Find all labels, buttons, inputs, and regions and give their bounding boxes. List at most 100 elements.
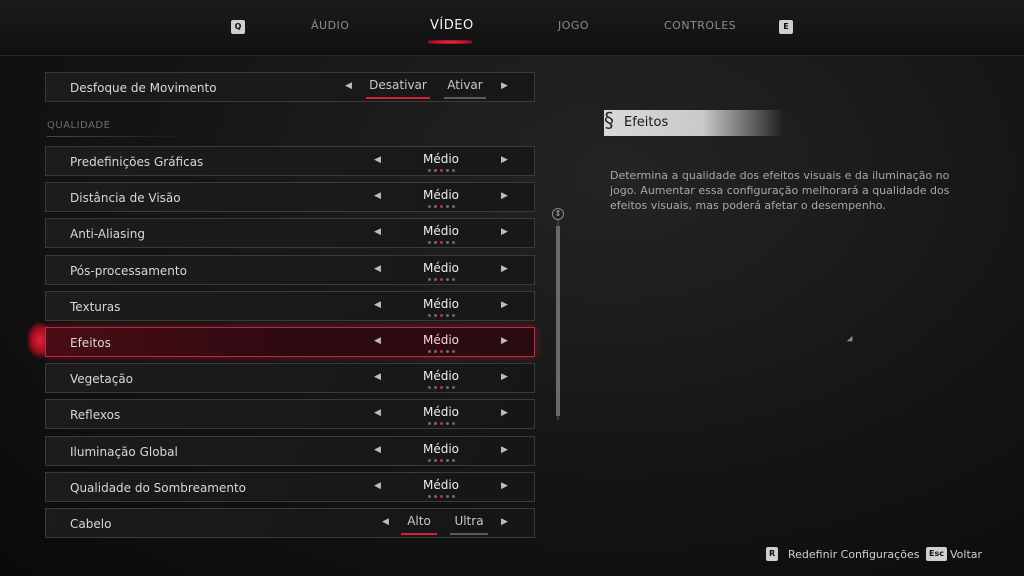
back-button[interactable]: Voltar — [950, 548, 982, 561]
level-dot — [452, 459, 455, 462]
arrow-left-icon[interactable]: ◀ — [374, 336, 381, 346]
level-dot — [452, 422, 455, 425]
setting-value: Médio — [422, 152, 460, 166]
level-dot — [428, 278, 431, 281]
level-dot — [452, 169, 455, 172]
level-dot — [446, 278, 449, 281]
reset-key[interactable]: R — [766, 547, 779, 561]
next-tab-key[interactable]: E — [779, 20, 793, 34]
setting-value: Médio — [422, 442, 460, 456]
level-dot — [428, 350, 431, 353]
tab-controles[interactable]: CONTROLES — [664, 19, 736, 32]
level-dot — [452, 495, 455, 498]
level-dot-active — [440, 169, 443, 172]
setting-row[interactable]: Reflexos ◀ Médio ▶ — [45, 399, 535, 429]
setting-row[interactable]: Pós-processamento ◀ Médio ▶ — [45, 255, 535, 285]
level-indicator — [428, 314, 458, 318]
setting-row[interactable]: Distância de Visão ◀ Médio ▶ — [45, 182, 535, 212]
setting-value: Médio — [422, 297, 460, 311]
level-dot-active — [440, 205, 443, 208]
level-dot — [446, 314, 449, 317]
arrow-right-icon[interactable]: ▶ — [501, 445, 508, 455]
arrow-right-icon[interactable]: ▶ — [501, 300, 508, 310]
setting-value: Médio — [422, 405, 460, 419]
scrollbar-thumb[interactable] — [556, 226, 560, 416]
level-dot — [428, 459, 431, 462]
tab-audio[interactable]: ÁUDIO — [311, 19, 349, 32]
setting-row-motion-blur[interactable]: Desfoque de Movimento ◀ Desativar Ativar… — [45, 72, 535, 102]
arrow-left-icon[interactable]: ◀ — [374, 481, 381, 491]
arrow-left-icon[interactable]: ◀ — [345, 81, 352, 91]
arrow-right-icon[interactable]: ▶ — [501, 336, 508, 346]
level-dot — [434, 386, 437, 389]
level-dot — [452, 205, 455, 208]
option-underline — [444, 97, 486, 99]
setting-row[interactable]: Anti-Aliasing ◀ Médio ▶ — [45, 218, 535, 248]
setting-row[interactable]: Texturas ◀ Médio ▶ — [45, 291, 535, 321]
setting-label: Iluminação Global — [70, 445, 178, 459]
arrow-right-icon[interactable]: ▶ — [501, 264, 508, 274]
setting-label: Cabelo — [70, 517, 112, 531]
setting-label: Reflexos — [70, 408, 121, 422]
level-indicator — [428, 422, 458, 426]
setting-row[interactable]: Vegetação ◀ Médio ▶ — [45, 363, 535, 393]
option-underline-selected — [401, 533, 437, 535]
arrow-right-icon[interactable]: ▶ — [501, 517, 508, 527]
level-dot — [452, 314, 455, 317]
level-indicator — [428, 495, 458, 499]
level-dot-active — [440, 459, 443, 462]
arrow-right-icon[interactable]: ▶ — [501, 372, 508, 382]
setting-row[interactable]: Efeitos ◀ Médio ▶ — [45, 327, 535, 357]
level-dot — [446, 495, 449, 498]
arrow-right-icon[interactable]: ▶ — [501, 191, 508, 201]
setting-label: Pós-processamento — [70, 264, 187, 278]
level-dot — [428, 169, 431, 172]
level-dot — [428, 241, 431, 244]
setting-row[interactable]: Iluminação Global ◀ Médio ▶ — [45, 436, 535, 466]
level-indicator — [428, 241, 458, 245]
level-dot-active — [440, 241, 443, 244]
arrow-right-icon[interactable]: ▶ — [501, 408, 508, 418]
setting-value: Médio — [422, 333, 460, 347]
setting-row[interactable]: Qualidade do Sombreamento ◀ Médio ▶ — [45, 472, 535, 502]
arrow-left-icon[interactable]: ◀ — [374, 408, 381, 418]
setting-label: Texturas — [70, 300, 121, 314]
option-alto[interactable]: Alto — [401, 514, 437, 528]
option-ultra[interactable]: Ultra — [450, 514, 488, 528]
arrow-left-icon[interactable]: ◀ — [374, 264, 381, 274]
arrow-right-icon[interactable]: ▶ — [501, 155, 508, 165]
arrow-left-icon[interactable]: ◀ — [374, 191, 381, 201]
arrow-left-icon[interactable]: ◀ — [374, 445, 381, 455]
level-dot — [446, 169, 449, 172]
arrow-right-icon[interactable]: ▶ — [501, 481, 508, 491]
arrow-left-icon[interactable]: ◀ — [382, 517, 389, 527]
level-indicator — [428, 205, 458, 209]
setting-value: Médio — [422, 478, 460, 492]
level-dot — [452, 386, 455, 389]
setting-row[interactable]: Predefinições Gráficas ◀ Médio ▶ — [45, 146, 535, 176]
level-dot — [446, 386, 449, 389]
tab-jogo[interactable]: JOGO — [558, 19, 589, 32]
option-ativar[interactable]: Ativar — [442, 78, 488, 92]
option-desativar[interactable]: Desativar — [368, 78, 428, 92]
setting-row-cabelo[interactable]: Cabelo ◀ Alto Ultra ▶ — [45, 508, 535, 538]
level-dot-active — [440, 422, 443, 425]
arrow-right-icon[interactable]: ▶ — [501, 81, 508, 91]
level-dot — [434, 314, 437, 317]
setting-value: Médio — [422, 369, 460, 383]
setting-value: Médio — [422, 224, 460, 238]
reset-settings-button[interactable]: Redefinir Configurações — [788, 548, 919, 561]
tab-video[interactable]: VÍDEO — [430, 18, 474, 33]
arrow-left-icon[interactable]: ◀ — [374, 227, 381, 237]
arrow-left-icon[interactable]: ◀ — [374, 300, 381, 310]
level-dot — [446, 350, 449, 353]
prev-tab-key[interactable]: Q — [231, 20, 245, 34]
arrow-right-icon[interactable]: ▶ — [501, 227, 508, 237]
arrow-left-icon[interactable]: ◀ — [374, 155, 381, 165]
back-key[interactable]: Esc — [926, 547, 947, 561]
description-text: Determina a qualidade dos efeitos visuai… — [610, 169, 950, 212]
setting-label: Predefinições Gráficas — [70, 155, 204, 169]
setting-label: Vegetação — [70, 372, 134, 386]
option-underline-selected — [366, 97, 430, 99]
arrow-left-icon[interactable]: ◀ — [374, 372, 381, 382]
